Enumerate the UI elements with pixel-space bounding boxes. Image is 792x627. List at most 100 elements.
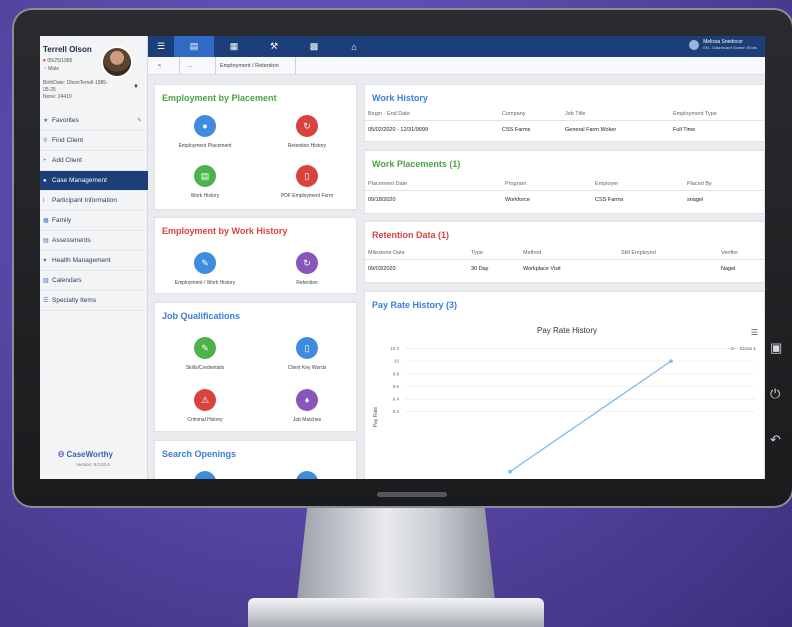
plus-icon: + <box>43 157 47 164</box>
work-placements-header: Placement Date Program Employer Placed B… <box>365 177 764 191</box>
sidebar-item-family[interactable]: ▦ Family <box>40 211 148 231</box>
retention-data-header: Milestone Date Type Method Still Employe… <box>365 246 764 260</box>
building-button[interactable]: ▦ <box>214 36 254 57</box>
data-point[interactable] <box>508 469 512 474</box>
caseworthy-logo-icon: ϴ <box>58 450 65 459</box>
tile-work-history[interactable]: ▤ Work History <box>155 165 255 199</box>
tools-button[interactable]: ⚒ <box>254 36 294 57</box>
employment-by-placement-title: Employment by Placement <box>162 93 277 103</box>
sidebar-item-favorites[interactable]: ★ Favorites ✎ <box>40 111 148 131</box>
tile-skills-credentials[interactable]: ✎ Skills/Credentials <box>155 337 255 371</box>
client-gender: ♂ Male <box>43 66 59 72</box>
back-icon[interactable]: ↶ <box>770 432 781 448</box>
client-avatar[interactable] <box>101 46 133 78</box>
sidebar-item-health-management[interactable]: ♥ Health Management <box>40 251 148 271</box>
y-tick-label: 9.6 <box>393 384 400 389</box>
document-icon: ▯ <box>296 165 318 187</box>
breadcrumb-current: Employment / Retention <box>220 63 279 69</box>
work-placements-title: Work Placements (1) <box>372 159 461 169</box>
app-screen: Terrell Olson ♥ 05/25/1985 ♂ Male BirthD… <box>40 36 765 479</box>
tile-employment-work-history[interactable]: ✎ Employment / Work History <box>155 252 255 286</box>
tile-employment-placement[interactable]: ● Employment Placement <box>155 115 255 149</box>
retention-data-title: Retention Data (1) <box>372 230 450 240</box>
table-row[interactable]: 09/03/2020 30 Day Workplace Visit Nagel <box>365 262 764 276</box>
monitor-stand-neck <box>296 500 496 610</box>
job-qualifications-card: Job Qualifications ✎ Skills/Credentials ▯… <box>154 302 357 432</box>
sidebar-item-case-management[interactable]: ● Case Management <box>40 171 148 191</box>
brand-logo: ϴ CaseWorthy <box>58 450 113 459</box>
table-row[interactable]: 05/02/2020 - 12/31/9999 CSS Farms Genera… <box>365 123 764 137</box>
wrench-icon: ⚒ <box>269 41 279 51</box>
sidebar-item-specialty-items[interactable]: ☰ Specialty Items <box>40 291 148 311</box>
building-icon: ▦ <box>229 41 239 51</box>
top-toolbar: ☰ ▤ ▦ ⚒ ▩ ⌂ Melissa Snedecor EN - Dashbo… <box>148 36 765 57</box>
client-details-3: None: 24419 <box>43 94 72 100</box>
calendar-icon: ▧ <box>43 278 49 284</box>
gender-icon: ♂ <box>43 66 47 72</box>
pay-rate-history-card: Pay Rate History (3) Pay Rate History ☰ … <box>364 291 765 479</box>
client-name[interactable]: Terrell Olson <box>43 45 92 54</box>
home-button[interactable]: ⌂ <box>334 36 374 57</box>
y-tick-label: 10 <box>394 359 400 364</box>
edit-icon: ✎ <box>194 252 216 274</box>
tile-criminal-history[interactable]: ⚠ Criminal History <box>155 389 255 423</box>
breadcrumb: < ... Employment / Retention <box>148 57 765 75</box>
sidebar-item-participant-information[interactable]: i Participant Information <box>40 191 148 211</box>
home-icon: ⌂ <box>351 41 357 52</box>
refresh-icon: ↻ <box>296 115 318 137</box>
search-openings-card: Search Openings <box>154 440 357 479</box>
breadcrumb-divider <box>286 57 296 75</box>
info-icon: i <box>43 197 45 204</box>
user-menu[interactable]: Melissa Snedecor EN - Dashboard Screen S… <box>689 39 757 50</box>
hamburger-menu-button[interactable]: ☰ <box>148 36 174 57</box>
power-icon[interactable]: ⏻ <box>770 386 780 402</box>
search-openings-title: Search Openings <box>162 449 237 459</box>
tile-job-matches[interactable]: ♦ Job Matches <box>257 389 357 423</box>
chevron-down-icon[interactable]: ▼ <box>133 84 139 90</box>
refresh-icon: ↻ <box>296 252 318 274</box>
breadcrumb-divider <box>206 57 216 75</box>
warning-icon: ⚠ <box>194 389 216 411</box>
work-placements-card: Work Placements (1) Placement Date Progr… <box>364 150 765 214</box>
search-openings-tile-icon[interactable] <box>296 471 318 479</box>
data-point[interactable] <box>669 359 673 363</box>
star-icon: ★ <box>43 118 49 124</box>
document-icon: ▯ <box>296 337 318 359</box>
sidebar-item-add-client[interactable]: + Add Client <box>40 151 148 171</box>
client-details-1: BirthDate: OlsonTerrell-1985- <box>43 80 108 86</box>
employment-by-work-history-title: Employment by Work History <box>162 226 288 236</box>
family-icon: ▦ <box>43 218 49 224</box>
sidebar-item-find-client[interactable]: ⚲ Find Client <box>40 131 148 151</box>
tile-pdf-employment-form[interactable]: ▯ PDF Employment Form <box>257 165 357 199</box>
reports-button[interactable]: ▩ <box>294 36 334 57</box>
series-line[interactable] <box>509 360 672 473</box>
chart-icon: ▩ <box>309 41 319 51</box>
employment-by-placement-card: Employment by Placement ● Employment Plac… <box>154 84 357 210</box>
work-history-title: Work History <box>372 93 428 103</box>
y-axis-label: Pay Rate <box>373 407 379 428</box>
breadcrumb-divider <box>170 57 180 75</box>
sidebar-item-assessments[interactable]: ▤ Assessments <box>40 231 148 251</box>
breadcrumb-ellipsis[interactable]: ... <box>188 63 193 69</box>
list-icon: ☰ <box>43 298 49 304</box>
search-openings-tile-icon[interactable] <box>194 471 216 479</box>
hamburger-icon: ☰ <box>156 41 166 51</box>
sidebar-item-calendars[interactable]: ▧ Calendars <box>40 271 148 291</box>
edit-icon[interactable]: ✎ <box>137 117 142 124</box>
pay-rate-chart: Pay Rate 10.2109.89.69.49.208/14/202008/… <box>373 346 755 474</box>
employment-by-work-history-card: Employment by Work History ✎ Employment /… <box>154 217 357 294</box>
briefcase-button[interactable]: ▤ <box>174 36 214 57</box>
user-avatar <box>689 39 700 50</box>
recent-apps-icon[interactable]: ▣ <box>770 340 782 356</box>
tile-retention[interactable]: ↻ Retention <box>257 252 357 286</box>
y-tick-label: 10.2 <box>390 346 399 351</box>
monitor-logo-bar <box>377 492 447 497</box>
tile-client-key-words[interactable]: ▯ Client Key Words <box>257 337 357 371</box>
version-label: Version: 8.0.20.4 <box>76 462 110 467</box>
heart-icon: ♥ <box>43 58 46 64</box>
user-icon: ● <box>43 177 47 184</box>
tile-retention-history[interactable]: ↻ Retention History <box>257 115 357 149</box>
breadcrumb-back[interactable]: < <box>158 63 161 69</box>
table-row[interactable]: 09/18/2020 Workforce CSS Farms snagel <box>365 193 764 207</box>
puzzle-icon: ♦ <box>296 389 318 411</box>
